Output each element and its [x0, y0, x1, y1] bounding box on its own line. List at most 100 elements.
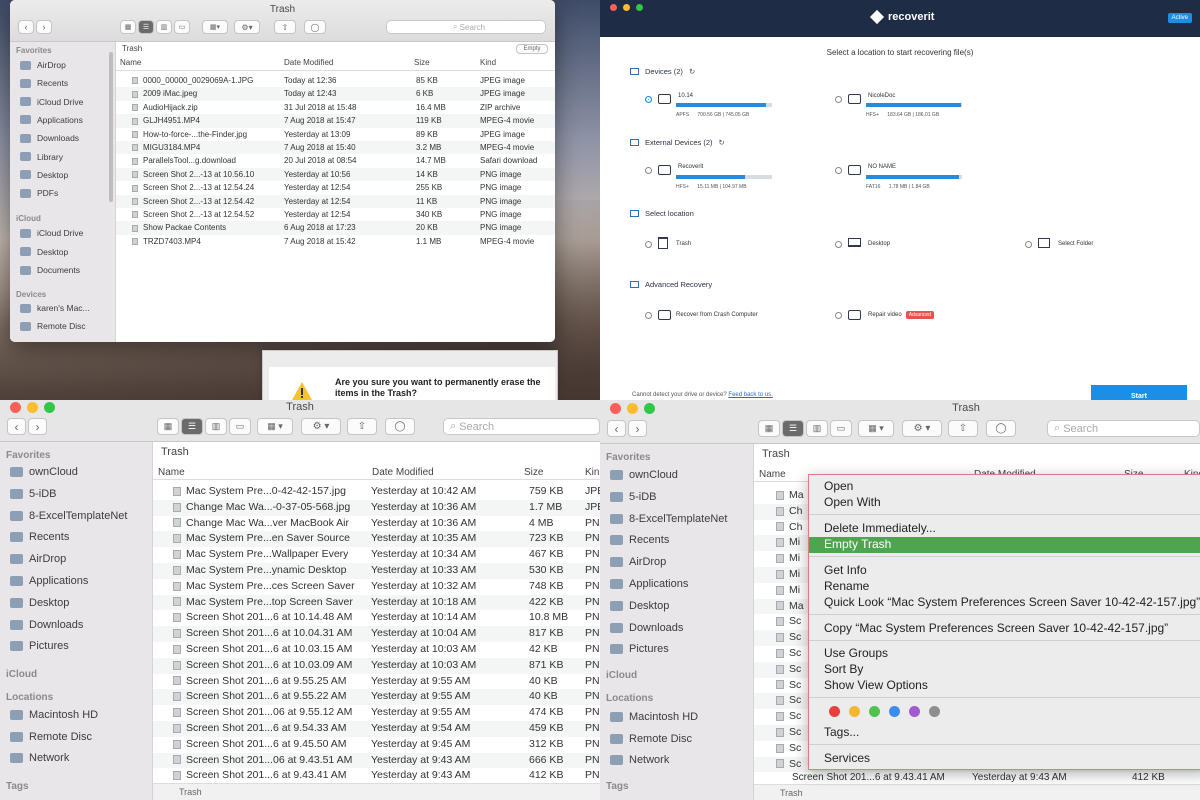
menu-open-with[interactable]: Open With [824, 495, 881, 509]
icon-view-button[interactable]: ▦ [120, 20, 136, 34]
sidebar-item-library[interactable]: Library [20, 152, 63, 162]
table-row[interactable]: Mac System Pre...Wallpaper Every Yesterda… [153, 547, 600, 563]
table-row[interactable]: Screen Shot 201...6 at 9.45.50 AM Yesterd… [153, 737, 600, 753]
table-row[interactable]: Mac System Pre...0-42-42-157.jpg Yesterda… [153, 484, 600, 500]
tag-icon[interactable]: ◯ [986, 420, 1016, 437]
table-row[interactable]: Mac System Pre...ces Screen Saver Yesterd… [153, 579, 600, 595]
table-row[interactable]: Screen Shot 201...6 at 9.54.33 AM Yesterd… [153, 721, 600, 737]
search-input[interactable]: ⌕ Search [1047, 420, 1200, 437]
empty-button[interactable]: Empty [516, 44, 548, 54]
table-row[interactable]: 2009 iMac.jpeg Today at 12:43 6 KB JPEG ima… [116, 87, 555, 101]
share-icon[interactable]: ⇧ [347, 418, 377, 435]
sidebar-item-karen-s-mac[interactable]: karen's Mac... [20, 303, 90, 313]
sidebar-item-applications[interactable]: Applications [10, 575, 88, 587]
radio-select-folder[interactable] [1025, 241, 1032, 248]
sidebar-item-downloads[interactable]: Downloads [20, 133, 79, 143]
sidebar-item-applications[interactable]: Applications [610, 578, 688, 590]
zoom-button[interactable] [636, 4, 643, 11]
sidebar-item-network[interactable]: Network [10, 752, 69, 764]
sidebar-item-desktop[interactable]: Desktop [20, 170, 68, 180]
table-row[interactable]: Screen Shot 201...06 at 9.55.12 AM Yester… [153, 705, 600, 721]
tag-color-dot[interactable] [849, 706, 860, 717]
menu-copy[interactable]: Copy “Mac System Preferences Screen Save… [824, 621, 1168, 635]
table-row[interactable]: Screen Shot 201...6 at 10.03.15 AM Yester… [153, 642, 600, 658]
sidebar-item-airdrop[interactable]: AirDrop [20, 60, 66, 70]
col-kind[interactable]: Kind [480, 58, 496, 67]
table-row[interactable]: Mac System Pre...top Screen Saver Yesterd… [153, 594, 600, 611]
table-row[interactable]: TRZD7403.MP4 7 Aug 2018 at 15:42 1.1 MB MPE… [116, 235, 555, 248]
gallery-view-button[interactable]: ▭ [174, 20, 190, 34]
sidebar-item-downloads[interactable]: Downloads [610, 622, 683, 634]
menu-quick-look[interactable]: Quick Look “Mac System Preferences Scree… [824, 595, 1200, 609]
share-icon[interactable]: ⇧ [274, 20, 296, 34]
table-row[interactable]: MIGU3184.MP4 7 Aug 2018 at 15:40 3.2 MB MPE… [116, 141, 555, 155]
menu-use-groups[interactable]: Use Groups [824, 646, 888, 660]
table-row[interactable]: Screen Shot 2...-13 at 12.54.42 Yesterday… [116, 194, 555, 208]
list-view-button[interactable]: ☰ [138, 20, 154, 34]
menu-tags[interactable]: Tags... [824, 725, 859, 739]
menu-empty-trash[interactable]: Empty Trash [824, 537, 891, 551]
close-button[interactable] [610, 4, 617, 11]
col-name[interactable]: Name [759, 469, 786, 480]
sidebar-item-airdrop[interactable]: AirDrop [10, 553, 66, 565]
start-button[interactable]: Start [1091, 385, 1187, 400]
radio-external-2[interactable] [835, 167, 842, 174]
menu-rename[interactable]: Rename [824, 579, 869, 593]
col-name[interactable]: Name [120, 58, 141, 67]
sidebar-item-remote-disc[interactable]: Remote Disc [610, 733, 692, 745]
menu-delete-immediately[interactable]: Delete Immediately... [824, 521, 936, 535]
radio-trash[interactable] [645, 241, 652, 248]
tag-color-dot[interactable] [829, 706, 840, 717]
col-date[interactable]: Date Modified [372, 467, 434, 478]
radio-device-1[interactable] [645, 96, 652, 103]
column-view-button[interactable]: ▥ [806, 420, 828, 437]
tag-color-dot[interactable] [909, 706, 920, 717]
gear-icon[interactable]: ⚙ ▾ [902, 420, 942, 437]
search-input[interactable]: ⌕ Search [386, 20, 546, 34]
search-input[interactable]: ⌕ Search [443, 418, 600, 435]
table-row[interactable]: Screen Shot 201...6 at 9.55.25 AM Yesterd… [153, 674, 600, 690]
menu-show-view-options[interactable]: Show View Options [824, 678, 928, 692]
sidebar-item-5-idb[interactable]: 5-iDB [10, 488, 57, 500]
sidebar-item-8-exceltemplatenet[interactable]: 8-ExcelTemplateNet [610, 513, 727, 525]
table-row[interactable]: 0000_00000_0029069A-1.JPG Today at 12:36 8… [116, 74, 555, 87]
sidebar-item-airdrop[interactable]: AirDrop [610, 556, 666, 568]
group-button[interactable]: ▦ ▾ [257, 418, 293, 435]
radio-device-2[interactable] [835, 96, 842, 103]
sidebar-item-icloud-drive[interactable]: iCloud Drive [20, 97, 83, 107]
tag-color-dot[interactable] [869, 706, 880, 717]
menu-sort-by[interactable]: Sort By [824, 662, 863, 676]
back-button[interactable]: ‹ [7, 418, 26, 435]
icon-view-button[interactable]: ▦ [157, 418, 179, 435]
sidebar-item-recents[interactable]: Recents [610, 534, 669, 546]
table-row[interactable]: Mac System Pre...ynamic Desktop Yesterday… [153, 563, 600, 579]
sidebar-item-desktop[interactable]: Desktop [20, 247, 68, 257]
sidebar-item-recents[interactable]: Recents [20, 78, 68, 88]
gear-icon[interactable]: ⚙ ▾ [301, 418, 341, 435]
sidebar-item-5-idb[interactable]: 5-iDB [610, 491, 657, 503]
radio-external-1[interactable] [645, 167, 652, 174]
column-view-button[interactable]: ▥ [156, 20, 172, 34]
icon-view-button[interactable]: ▦ [758, 420, 780, 437]
sidebar-item-remote-disc[interactable]: Remote Disc [20, 321, 86, 331]
back-button[interactable]: ‹ [607, 420, 626, 437]
table-row[interactable]: Screen Shot 2...-13 at 12.54.52 Yesterday… [116, 208, 555, 221]
sidebar-scrollbar[interactable] [109, 52, 113, 202]
col-size[interactable]: Size [414, 58, 430, 67]
table-row[interactable]: Change Mac Wa...-0-37-05-568.jpg Yesterda… [153, 499, 600, 516]
tag-icon[interactable]: ◯ [304, 20, 326, 34]
sidebar-item-network[interactable]: Network [610, 754, 669, 766]
minimize-button[interactable] [623, 4, 630, 11]
col-date[interactable]: Date Modified [284, 58, 333, 67]
sidebar-item-macintosh-hd[interactable]: Macintosh HD [610, 711, 698, 723]
sidebar-item-recents[interactable]: Recents [10, 531, 69, 543]
table-row[interactable]: Screen Shot 201...6 at 9.43.41 AM Yesterd… [153, 768, 600, 784]
forward-button[interactable]: › [28, 418, 47, 435]
table-row[interactable]: Show Packae Contents 6 Aug 2018 at 17:23 2… [116, 221, 555, 235]
sidebar-item-owncloud[interactable]: ownCloud [610, 469, 678, 481]
table-row[interactable]: Change Mac Wa...ver MacBook Air Yesterday… [153, 516, 600, 532]
table-row[interactable]: Screen Shot 201...6 at 9.55.22 AM Yesterd… [153, 689, 600, 706]
table-row[interactable]: ParallelsTool...g.download 20 Jul 2018 at… [116, 154, 555, 167]
tag-color-dot[interactable] [929, 706, 940, 717]
list-view-button[interactable]: ☰ [782, 420, 804, 437]
